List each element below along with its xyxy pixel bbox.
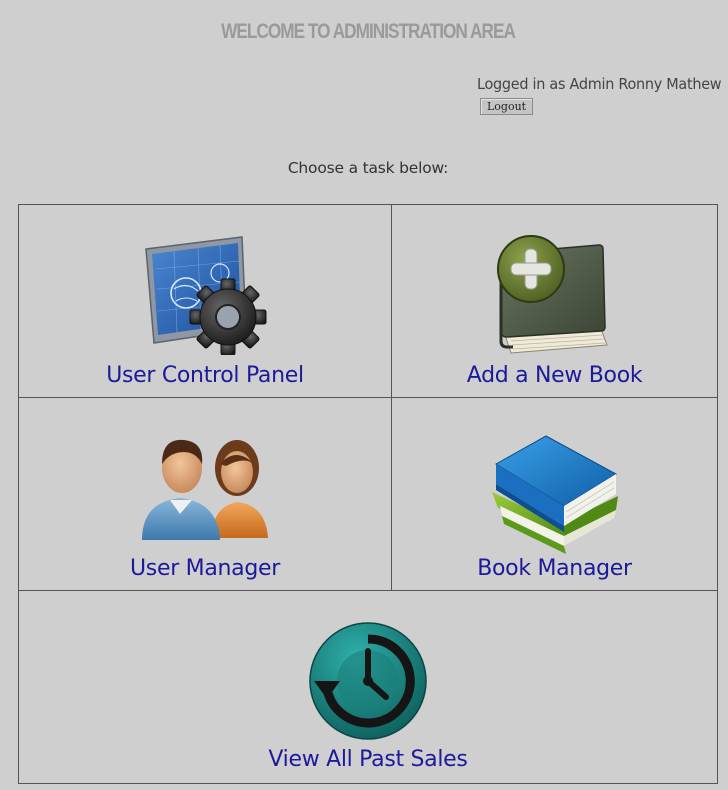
task-label[interactable]: User Manager	[19, 556, 391, 581]
task-label[interactable]: Add a New Book	[392, 363, 717, 388]
task-book-manager[interactable]: Book Manager	[392, 398, 717, 591]
login-status: Logged in as Admin Ronny Mathew Logout	[477, 75, 728, 115]
admin-page: WELCOME TO ADMINISTRATION AREA Logged in…	[0, 0, 728, 790]
task-label[interactable]: View All Past Sales	[19, 747, 717, 772]
logout-button[interactable]: Logout	[480, 98, 534, 115]
blueprint-gear-icon	[142, 231, 268, 359]
page-title: WELCOME TO ADMINISTRATION AREA	[221, 20, 516, 43]
task-user-manager[interactable]: User Manager	[19, 398, 392, 591]
books-icon	[490, 434, 620, 562]
task-prompt: Choose a task below:	[287, 159, 449, 177]
task-user-control-panel[interactable]: User Control Panel	[19, 205, 392, 398]
task-add-new-book[interactable]: Add a New Book	[392, 205, 717, 398]
task-view-past-sales[interactable]: View All Past Sales	[19, 591, 717, 783]
task-label[interactable]: User Control Panel	[19, 363, 391, 388]
task-label[interactable]: Book Manager	[392, 556, 717, 581]
history-clock-icon	[308, 621, 428, 745]
book-add-icon	[491, 231, 619, 361]
task-grid: User Control Panel Add a New Book User M…	[18, 204, 718, 784]
logged-in-text: Logged in as Admin Ronny Mathew	[477, 75, 722, 93]
users-icon	[140, 434, 270, 544]
